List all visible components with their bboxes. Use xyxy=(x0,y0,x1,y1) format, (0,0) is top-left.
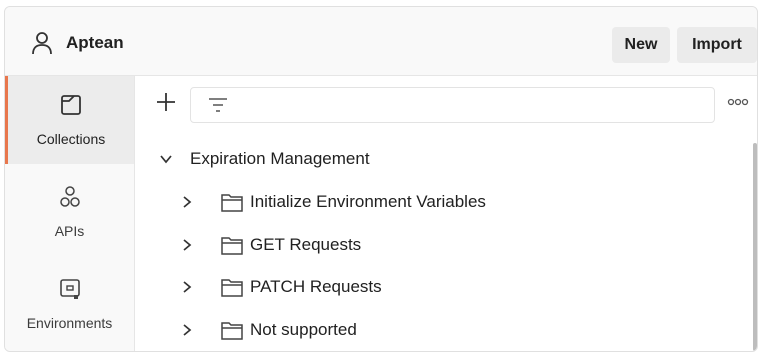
chevron-down-icon xyxy=(160,155,172,164)
collection-name: Expiration Management xyxy=(190,149,370,168)
folder-icon xyxy=(221,194,243,212)
collections-panel: Expiration Management Initialize Environ… xyxy=(135,76,757,351)
collections-icon xyxy=(61,95,81,115)
folder-name: Initialize Environment Variables xyxy=(250,192,486,211)
user-icon xyxy=(32,32,52,55)
folder-row[interactable]: Initialize Environment Variables xyxy=(135,185,735,219)
folder-row[interactable]: GET Requests xyxy=(135,228,735,262)
filter-search-input[interactable] xyxy=(190,87,715,123)
folder-icon xyxy=(221,279,243,297)
plus-icon[interactable] xyxy=(155,91,177,113)
chevron-right-icon xyxy=(183,196,192,208)
workspace-header: Aptean New Import xyxy=(5,7,757,76)
sidebar: Collections APIs Environments xyxy=(5,76,135,351)
folder-row[interactable]: PATCH Requests xyxy=(135,270,735,304)
sidebar-item-environments[interactable]: Environments xyxy=(5,260,134,348)
chevron-right-icon xyxy=(183,239,192,251)
chevron-right-icon xyxy=(183,281,192,293)
collection-expiration-management[interactable]: Expiration Management xyxy=(135,142,735,176)
environments-icon xyxy=(59,279,80,299)
sidebar-item-apis[interactable]: APIs xyxy=(5,168,134,256)
folder-icon xyxy=(221,322,243,340)
filter-icon xyxy=(209,98,227,112)
folder-icon xyxy=(221,237,243,255)
apis-icon xyxy=(59,186,80,207)
sidebar-item-collections[interactable]: Collections xyxy=(5,76,134,164)
folder-name: Not supported xyxy=(250,320,357,339)
folder-name: GET Requests xyxy=(250,235,362,254)
sidebar-item-label: Environments xyxy=(26,315,113,331)
folder-row[interactable]: Not supported xyxy=(135,313,735,347)
import-button[interactable]: Import xyxy=(677,27,757,63)
sidebar-item-label: APIs xyxy=(54,223,85,239)
scrollbar[interactable] xyxy=(753,143,757,351)
more-options-icon[interactable] xyxy=(727,97,749,107)
folder-name: PATCH Requests xyxy=(250,277,382,296)
workspace-name[interactable]: Aptean xyxy=(66,33,124,53)
sidebar-item-label: Collections xyxy=(36,131,106,147)
chevron-right-icon xyxy=(183,324,192,336)
new-button[interactable]: New xyxy=(612,27,670,63)
app-window: Aptean New Import Collections APIs Envir… xyxy=(4,6,758,352)
